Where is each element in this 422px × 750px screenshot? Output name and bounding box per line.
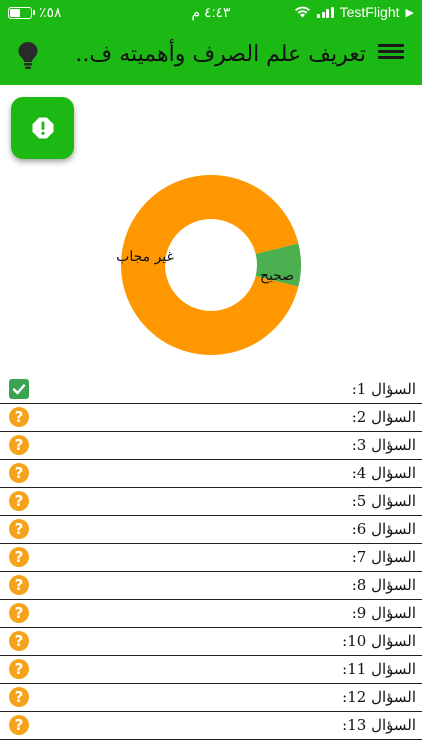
- question-row[interactable]: السؤال 6:?: [0, 516, 422, 544]
- donut-label-1: صحيح: [260, 268, 294, 284]
- app-header: ٪٥٨ ٤:٤٣ م TestFlight ▶ تعريف علم الصرف …: [0, 0, 422, 85]
- question-mark-icon[interactable]: ?: [9, 519, 29, 539]
- question-row[interactable]: السؤال 7:?: [0, 544, 422, 572]
- question-list: السؤال 1: السؤال 2:? السؤال 3:? السؤال 4:? ا…: [0, 376, 422, 740]
- back-arrow-icon[interactable]: ▶: [406, 6, 414, 19]
- question-label: السؤال 4:: [351, 464, 416, 482]
- lightbulb-icon[interactable]: [14, 40, 42, 70]
- question-mark-icon[interactable]: ?: [9, 603, 29, 623]
- question-label: السؤال 12:: [342, 688, 416, 706]
- signal-icon: [317, 6, 334, 18]
- question-row[interactable]: السؤال 4:?: [0, 460, 422, 488]
- question-mark-icon[interactable]: ?: [9, 631, 29, 651]
- question-mark-icon[interactable]: ?: [9, 575, 29, 595]
- check-icon[interactable]: [9, 379, 29, 399]
- question-label: السؤال 1:: [351, 380, 416, 398]
- question-row[interactable]: السؤال 3:?: [0, 432, 422, 460]
- question-row[interactable]: السؤال 13:?: [0, 712, 422, 740]
- donut-label-0: غير مجاب: [116, 249, 174, 265]
- question-row[interactable]: السؤال 8:?: [0, 572, 422, 600]
- question-row[interactable]: السؤال 1:: [0, 376, 422, 404]
- question-row[interactable]: السؤال 9:?: [0, 600, 422, 628]
- question-mark-icon[interactable]: ?: [9, 659, 29, 679]
- question-row[interactable]: السؤال 12:?: [0, 684, 422, 712]
- question-label: السؤال 10:: [342, 632, 416, 650]
- question-label: السؤال 3:: [351, 436, 416, 454]
- question-label: السؤال 9:: [351, 604, 416, 622]
- question-row[interactable]: السؤال 5:?: [0, 488, 422, 516]
- question-row[interactable]: السؤال 11:?: [0, 656, 422, 684]
- question-label: السؤال 6:: [351, 520, 416, 538]
- carrier-label: TestFlight: [339, 4, 400, 20]
- question-mark-icon[interactable]: ?: [9, 435, 29, 455]
- question-label: السؤال 13:: [342, 716, 416, 734]
- page-title: تعريف علم الصرف وأهميته ف...: [76, 42, 366, 67]
- report-button[interactable]: [11, 97, 74, 159]
- alert-icon: [32, 117, 53, 139]
- wifi-icon: [295, 6, 311, 18]
- question-label: السؤال 11:: [342, 660, 416, 678]
- question-mark-icon[interactable]: ?: [9, 491, 29, 511]
- question-mark-icon[interactable]: ?: [9, 687, 29, 707]
- question-mark-icon[interactable]: ?: [9, 407, 29, 427]
- question-mark-icon[interactable]: ?: [9, 547, 29, 567]
- question-label: السؤال 7:: [351, 548, 416, 566]
- question-mark-icon[interactable]: ?: [9, 463, 29, 483]
- question-row[interactable]: السؤال 10:?: [0, 628, 422, 656]
- question-label: السؤال 2:: [351, 408, 416, 426]
- answers-donut-chart: غير مجاب صحيح: [116, 175, 301, 355]
- status-bar: ٪٥٨ ٤:٤٣ م TestFlight ▶: [0, 0, 422, 26]
- status-time: ٤:٤٣ م: [191, 4, 231, 20]
- question-label: السؤال 5:: [351, 492, 416, 510]
- hamburger-menu-icon[interactable]: [378, 41, 404, 65]
- question-mark-icon[interactable]: ?: [9, 715, 29, 735]
- question-row[interactable]: السؤال 2:?: [0, 404, 422, 432]
- question-label: السؤال 8:: [351, 576, 416, 594]
